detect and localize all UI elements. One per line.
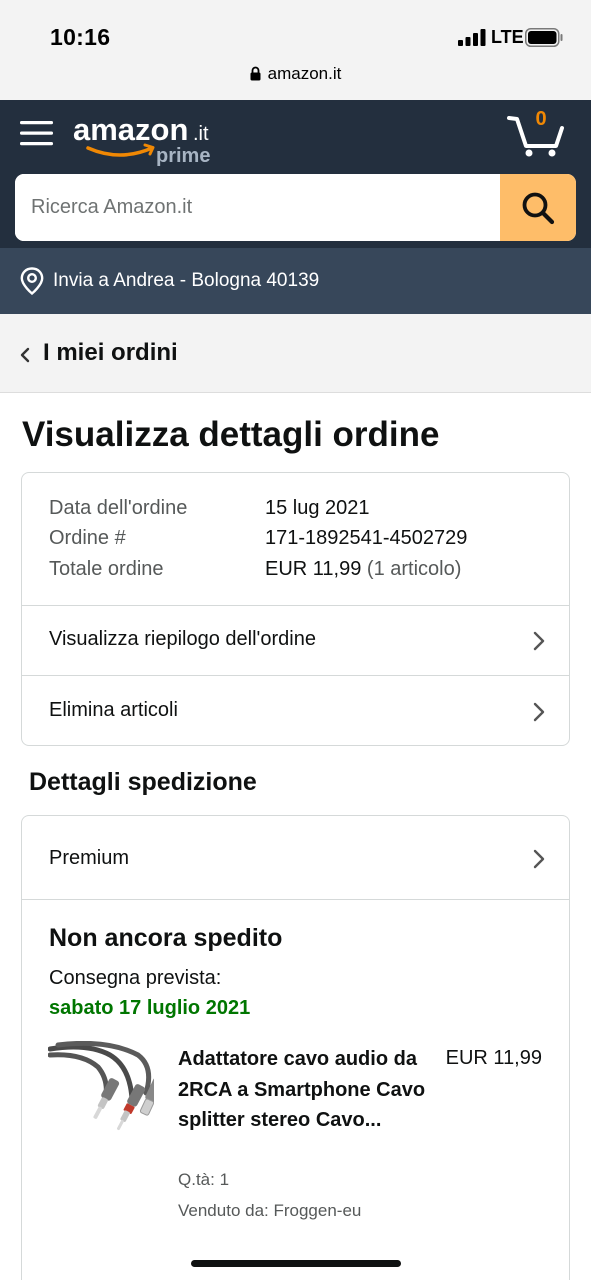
shipping-speed-row[interactable]: Premium [22, 816, 569, 899]
delivery-estimate-date: sabato 17 luglio 2021 [49, 997, 251, 1019]
page-title: Visualizza dettagli ordine [22, 415, 440, 454]
breadcrumb[interactable]: I miei ordini [0, 314, 591, 393]
product-price: EUR 11,99 [445, 1047, 542, 1069]
order-number-value: 171-1892541-4502729 [265, 527, 468, 549]
hamburger-menu-icon[interactable] [20, 117, 53, 149]
search-bar [15, 174, 576, 241]
search-button[interactable] [500, 174, 576, 241]
search-input[interactable] [15, 174, 500, 241]
order-date-value: 15 lug 2021 [265, 497, 370, 519]
logo-text: amazon [73, 112, 188, 147]
battery-icon [525, 28, 563, 47]
breadcrumb-my-orders[interactable]: I miei ordini [43, 339, 178, 367]
chevron-left-icon [20, 347, 30, 363]
search-icon [522, 192, 555, 224]
status-bar: 10:16 LTE amazon.it [0, 0, 591, 100]
order-total-items: (1 articolo) [366, 558, 462, 580]
shipment-section-title: Dettagli spedizione [29, 768, 257, 796]
chevron-right-icon [533, 702, 545, 722]
logo-prime: prime [156, 145, 210, 167]
remove-items-link[interactable]: Elimina articoli [22, 676, 569, 745]
logo-tld: .it [193, 123, 209, 145]
amazon-prime-logo[interactable]: amazon .it prime [72, 112, 222, 170]
order-number-label: Ordine # [49, 527, 126, 549]
address-bar[interactable]: amazon.it [0, 64, 591, 88]
delivery-estimate-label: Consegna prevista: [49, 967, 222, 989]
view-order-summary-link[interactable]: Visualizza riepilogo dell'ordine [22, 606, 569, 675]
shipment-card: Premium Non ancora spedito Consegna prev… [21, 815, 570, 1280]
lock-icon [250, 66, 261, 81]
network-type: LTE [491, 27, 524, 47]
order-total-value: EUR 11,99 (1 articolo) [265, 558, 461, 581]
deliver-to-bar[interactable]: Invia a Andrea - Bologna 40139 [0, 248, 591, 314]
cart-count-badge: 0 [535, 108, 547, 130]
product-quantity: Q.tà: 1 [178, 1170, 230, 1189]
cellular-signal-icon [458, 29, 486, 46]
divider [22, 899, 569, 900]
view-order-summary-label: Visualizza riepilogo dell'ordine [49, 628, 316, 650]
shipping-speed-label: Premium [49, 847, 130, 869]
clock: 10:16 [50, 24, 111, 50]
shipment-status: Non ancora spedito [49, 924, 283, 952]
product-title-link[interactable]: Adattatore cavo audio da 2RCA a Smartpho… [178, 1044, 428, 1136]
remove-items-label: Elimina articoli [49, 699, 178, 721]
url-text: amazon.it [267, 64, 342, 83]
product-seller: Venduto da: Froggen-eu [178, 1201, 362, 1220]
chevron-right-icon [533, 849, 545, 869]
location-pin-icon [20, 267, 44, 295]
chevron-right-icon [533, 631, 545, 651]
order-date-label: Data dell'ordine [49, 497, 188, 519]
order-total-amount: EUR 11,99 [265, 558, 362, 580]
home-indicator[interactable] [191, 1260, 401, 1267]
order-summary-card: Data dell'ordine 15 lug 2021 Ordine # 17… [21, 472, 570, 746]
product-image[interactable] [48, 1041, 154, 1137]
order-total-label: Totale ordine [49, 558, 164, 580]
deliver-to-text: Invia a Andrea - Bologna 40139 [53, 270, 320, 291]
